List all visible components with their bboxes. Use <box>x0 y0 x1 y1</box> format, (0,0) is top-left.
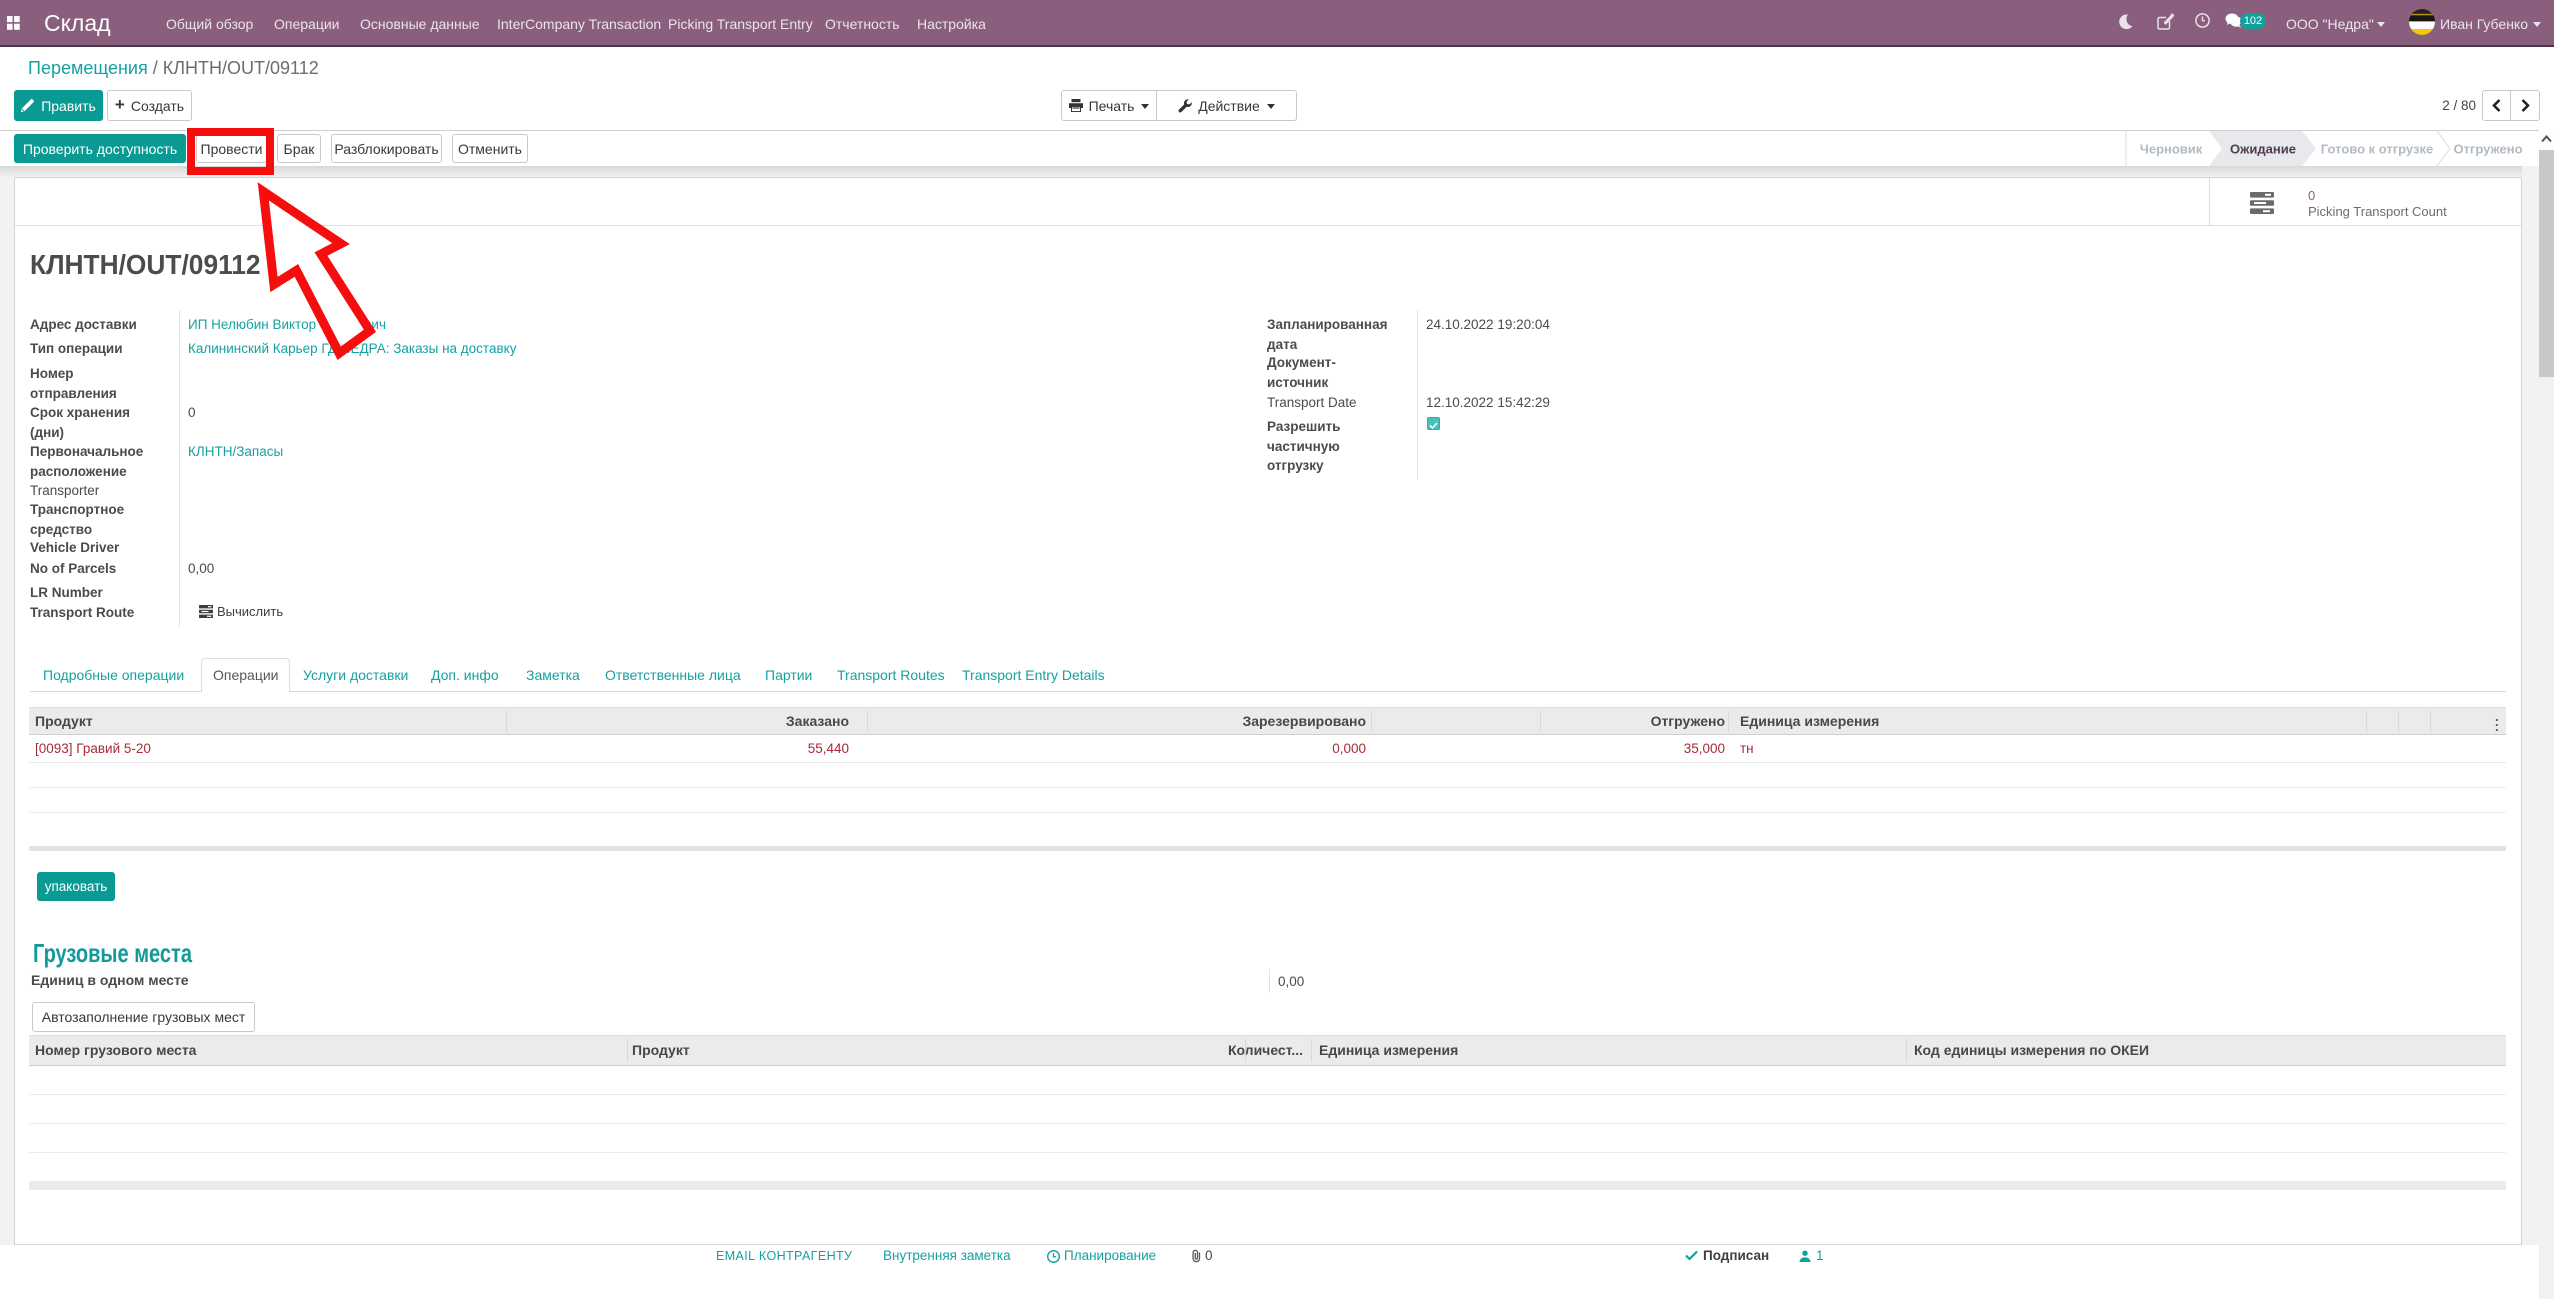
svg-text:Ожидание: Ожидание <box>2230 142 2296 157</box>
svg-text:Отгружено: Отгружено <box>2453 142 2522 157</box>
svg-text:Черновик: Черновик <box>2140 142 2203 157</box>
svg-text:Готово к отгрузке: Готово к отгрузке <box>2321 142 2433 157</box>
